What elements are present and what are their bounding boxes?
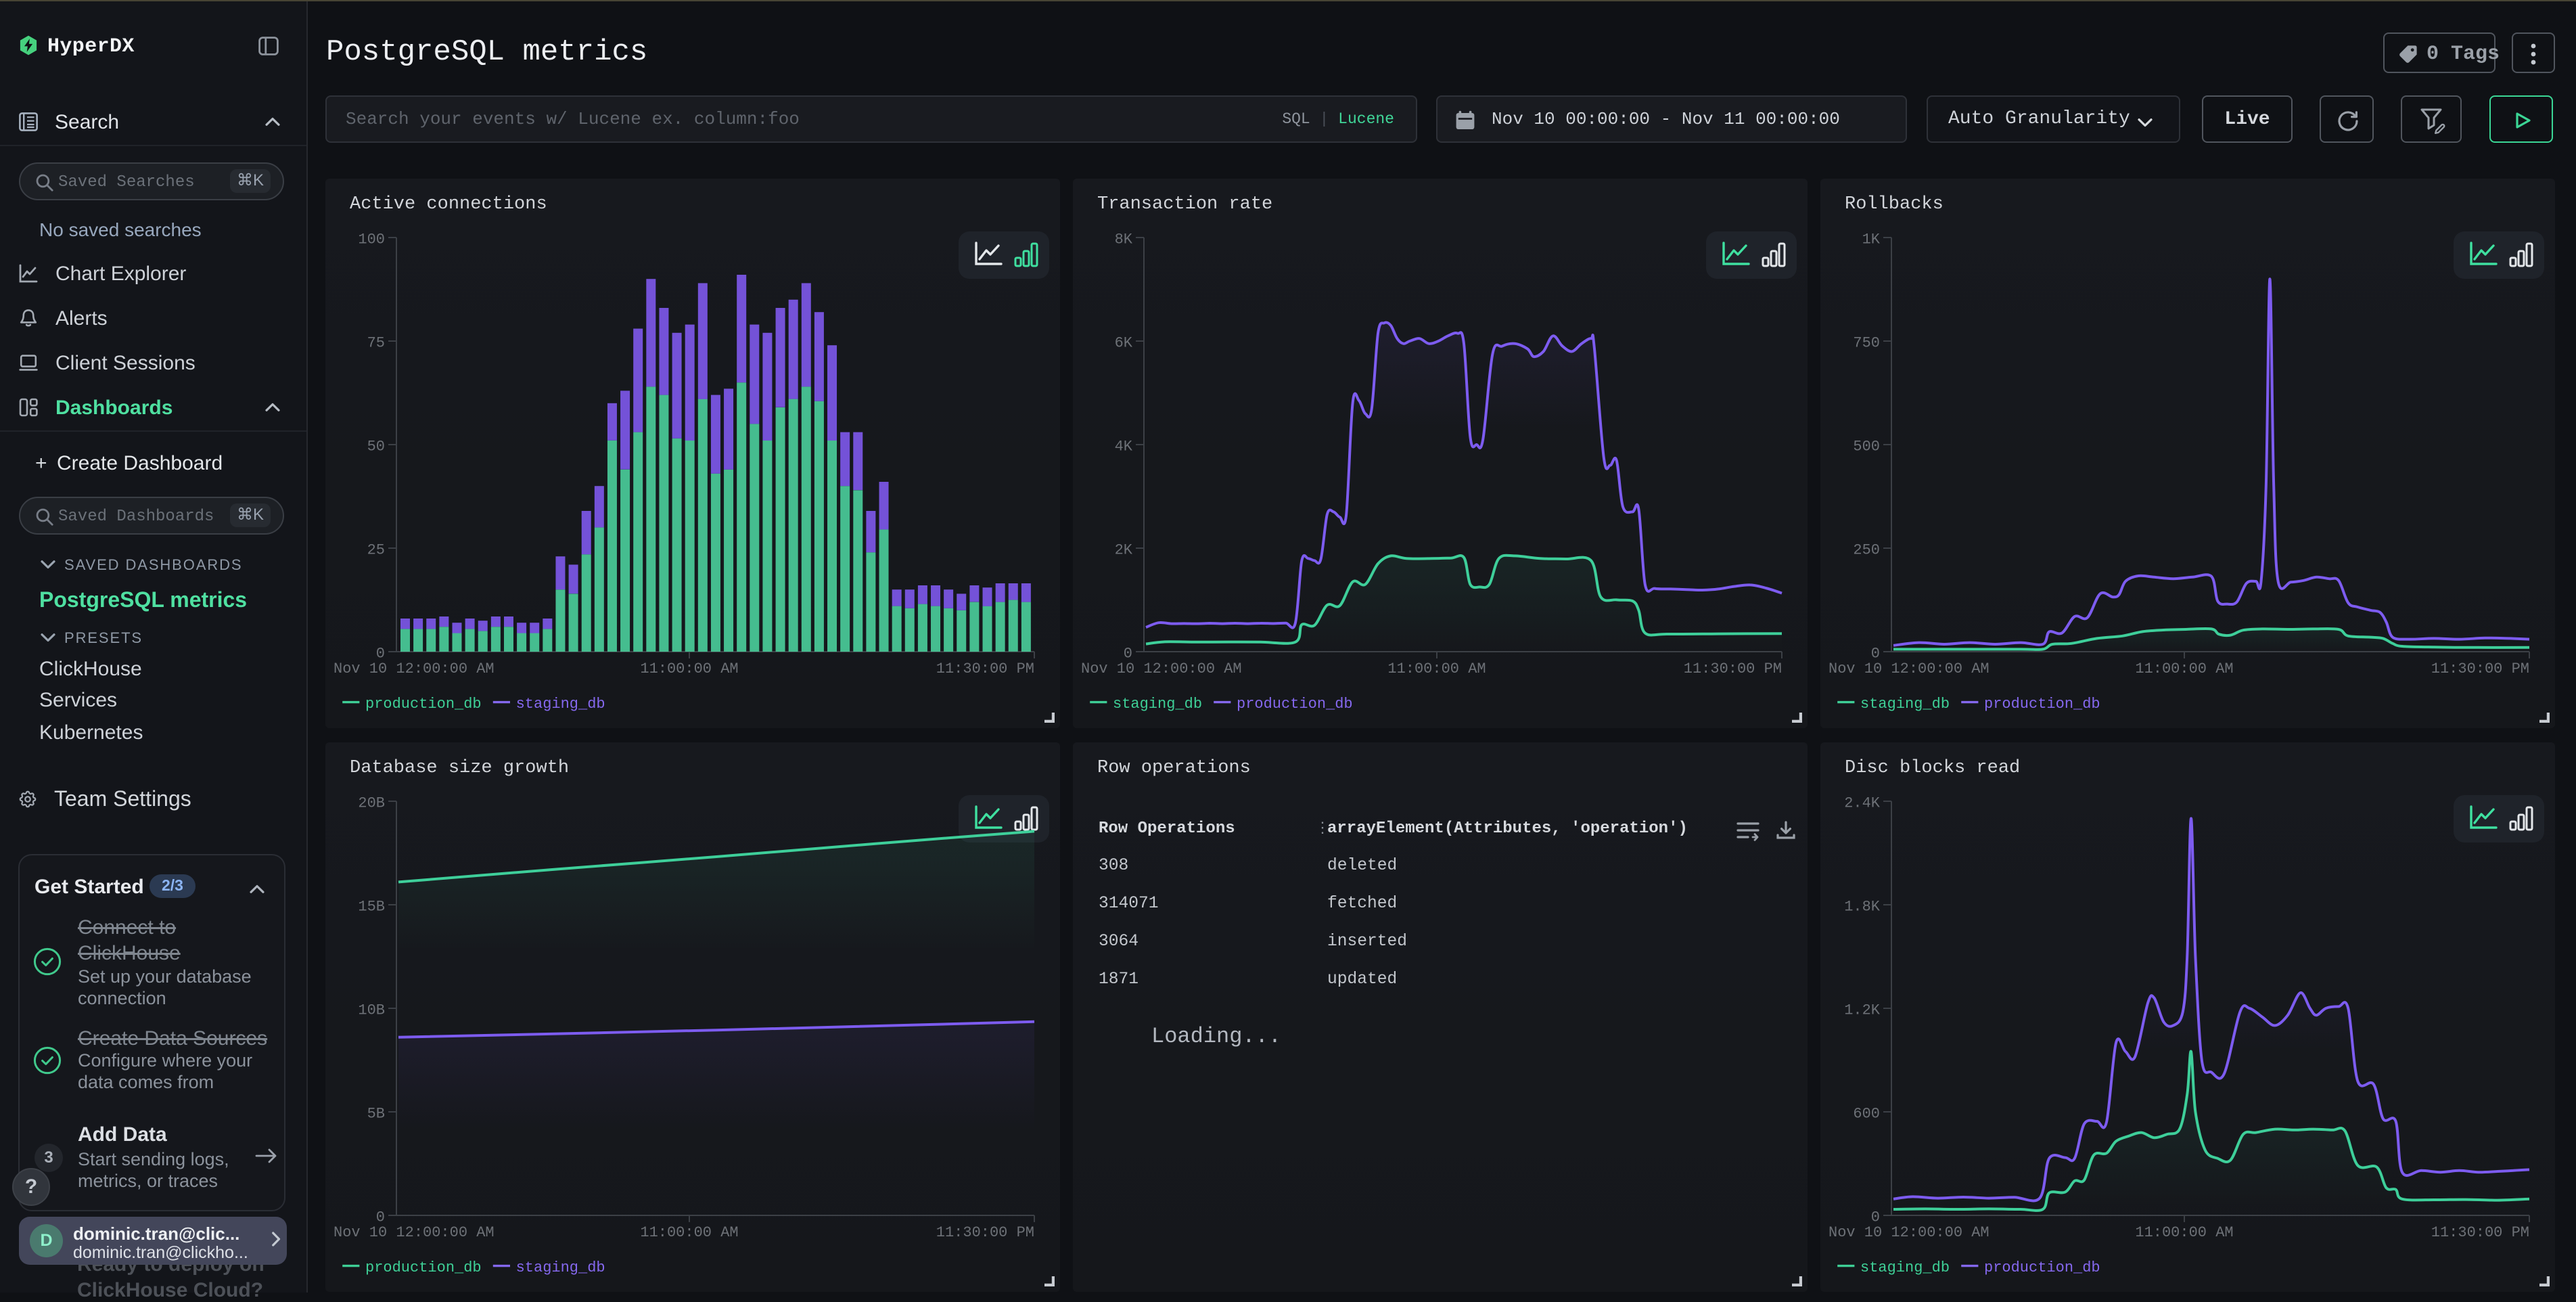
svg-text:0: 0 (376, 1209, 385, 1226)
svg-text:1.8K: 1.8K (1844, 898, 1881, 915)
svg-text:2.4K: 2.4K (1844, 794, 1881, 811)
svg-text:0: 0 (1124, 645, 1132, 662)
svg-text:100: 100 (358, 231, 385, 248)
svg-text:staging_db: staging_db (516, 1259, 605, 1276)
svg-text:250: 250 (1853, 541, 1880, 558)
svg-text:0: 0 (376, 645, 385, 662)
svg-text:staging_db: staging_db (1860, 696, 1950, 713)
svg-text:75: 75 (367, 334, 385, 351)
svg-text:1.2K: 1.2K (1844, 1002, 1881, 1018)
svg-text:600: 600 (1853, 1105, 1880, 1122)
svg-text:production_db: production_db (1237, 696, 1353, 713)
svg-text:11:00:00 AM: 11:00:00 AM (640, 660, 738, 677)
svg-text:11:30:00 PM: 11:30:00 PM (1684, 660, 1782, 677)
svg-text:staging_db: staging_db (516, 696, 605, 713)
svg-text:6K: 6K (1115, 334, 1133, 351)
svg-text:4K: 4K (1115, 438, 1133, 455)
svg-text:Nov 10 12:00:00 AM: Nov 10 12:00:00 AM (1828, 1224, 1990, 1241)
svg-text:11:00:00 AM: 11:00:00 AM (640, 1224, 738, 1241)
svg-text:staging_db: staging_db (1113, 696, 1202, 713)
svg-text:production_db: production_db (365, 696, 482, 713)
svg-text:11:30:00 PM: 11:30:00 PM (936, 660, 1034, 677)
svg-text:staging_db: staging_db (1860, 1259, 1950, 1276)
svg-text:1K: 1K (1862, 231, 1881, 248)
svg-text:8K: 8K (1115, 231, 1133, 248)
svg-text:11:30:00 PM: 11:30:00 PM (936, 1224, 1034, 1241)
svg-text:production_db: production_db (1984, 1259, 2100, 1276)
svg-text:production_db: production_db (1984, 696, 2100, 713)
svg-text:20B: 20B (358, 794, 385, 811)
svg-text:750: 750 (1853, 334, 1880, 351)
svg-text:500: 500 (1853, 438, 1880, 455)
svg-text:11:30:00 PM: 11:30:00 PM (2431, 660, 2529, 677)
svg-text:11:00:00 AM: 11:00:00 AM (1387, 660, 1486, 677)
svg-text:0: 0 (1871, 645, 1880, 662)
svg-text:5B: 5B (367, 1105, 385, 1122)
svg-text:2K: 2K (1115, 541, 1133, 558)
svg-text:10B: 10B (358, 1002, 385, 1018)
svg-text:25: 25 (367, 541, 385, 558)
svg-text:11:00:00 AM: 11:00:00 AM (2135, 1224, 2233, 1241)
svg-text:0: 0 (1871, 1209, 1880, 1226)
svg-text:15B: 15B (358, 898, 385, 915)
svg-text:11:30:00 PM: 11:30:00 PM (2431, 1224, 2529, 1241)
svg-text:11:00:00 AM: 11:00:00 AM (2135, 660, 2233, 677)
svg-text:Nov 10 12:00:00 AM: Nov 10 12:00:00 AM (1828, 660, 1990, 677)
svg-text:Nov 10 12:00:00 AM: Nov 10 12:00:00 AM (334, 660, 495, 677)
svg-text:production_db: production_db (365, 1259, 482, 1276)
svg-text:50: 50 (367, 438, 385, 455)
svg-text:Nov 10 12:00:00 AM: Nov 10 12:00:00 AM (334, 1224, 495, 1241)
svg-text:Nov 10 12:00:00 AM: Nov 10 12:00:00 AM (1081, 660, 1242, 677)
